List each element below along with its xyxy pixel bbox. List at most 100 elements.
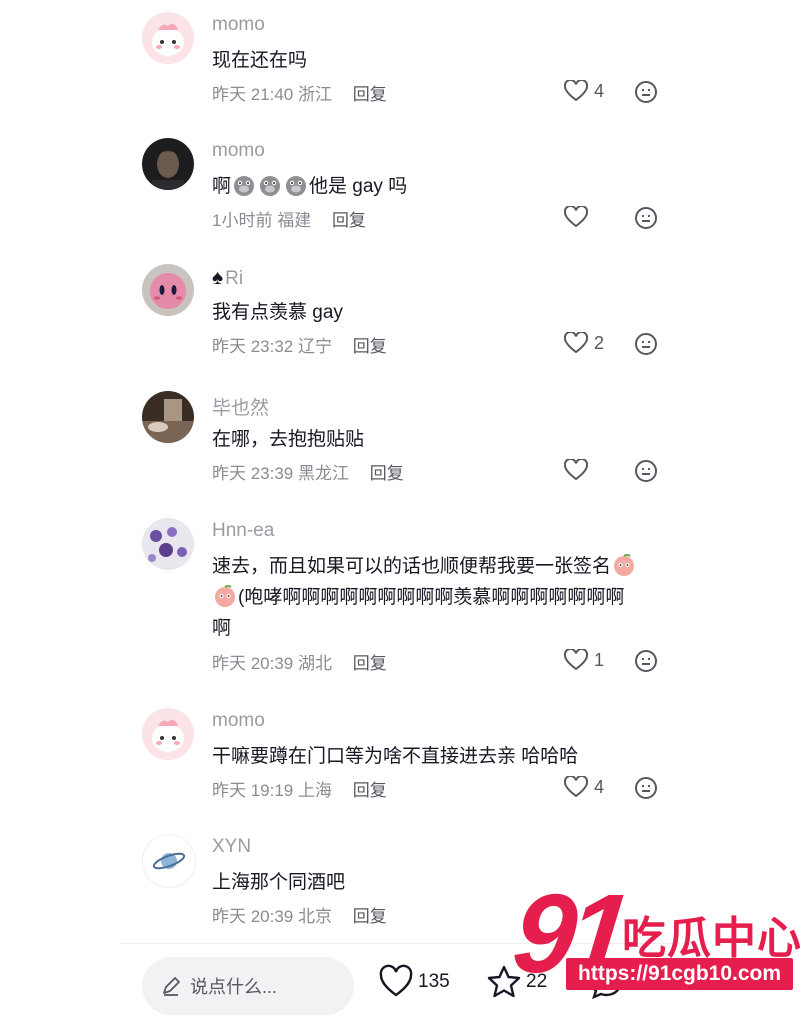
avatar[interactable] — [142, 834, 196, 888]
like-button[interactable]: 2 — [564, 332, 604, 354]
comment-meta: 昨天 23:39 黑龙江 回复 — [212, 459, 404, 484]
like-button[interactable] — [564, 206, 594, 228]
spade-icon: ♠ — [212, 266, 224, 289]
like-button[interactable]: 1 — [564, 649, 604, 671]
comment-text: 干嘛要蹲在门口等为啥不直接进去亲 哈哈哈 — [212, 746, 579, 767]
like-button[interactable] — [564, 459, 594, 481]
reply-button[interactable]: 回复 — [353, 654, 387, 673]
comment-username-text: Ri — [225, 268, 244, 289]
comment-text-line-2: (咆哮啊啊啊啊啊啊啊啊啊羡慕啊啊啊啊啊啊啊 — [238, 587, 625, 608]
comment-text: 速去，而且如果可以的话也顺便帮我要一张签名 (咆哮啊啊啊啊啊啊啊啊啊羡慕啊啊啊啊… — [212, 551, 662, 644]
comment-location: 浙江 — [298, 85, 332, 104]
comment-text-line-1: 速去，而且如果可以的话也顺便帮我要一张签名 — [212, 556, 612, 577]
heart-icon — [564, 649, 588, 671]
peach-emoji-icon — [614, 554, 635, 576]
avatar[interactable] — [142, 708, 194, 760]
comment-meta: 昨天 19:19 上海 回复 — [212, 776, 387, 801]
comment-text: 现在还在吗 — [212, 50, 308, 71]
comment-text: 啊 他是 gay 吗 — [212, 171, 662, 202]
dislike-face-icon[interactable] — [634, 206, 658, 230]
heart-icon — [564, 459, 588, 481]
comment-username[interactable]: XYN — [212, 836, 251, 858]
comment-location: 湖北 — [298, 654, 332, 673]
dislike-face-icon[interactable] — [634, 332, 658, 356]
comment-username[interactable]: ♠ Ri — [212, 266, 243, 290]
comment-time: 昨天 19:19 — [212, 781, 294, 800]
reply-button[interactable]: 回复 — [370, 464, 404, 483]
comment-meta: 昨天 21:40 浙江 回复 — [212, 80, 387, 105]
watermark-url: https://91cgb10.com — [566, 958, 794, 990]
avatar[interactable] — [142, 518, 194, 570]
comment-time: 昨天 20:39 — [212, 654, 294, 673]
comment-location: 辽宁 — [298, 337, 332, 356]
comment-text-line: 速去，而且如果可以的话也顺便帮我要一张签名 — [212, 551, 662, 582]
like-count: 2 — [594, 332, 605, 353]
like-count: 1 — [594, 649, 605, 670]
comment-username[interactable]: momo — [212, 710, 265, 732]
like-count: 4 — [594, 80, 605, 101]
comment-meta: 昨天 20:39 湖北 回复 — [212, 649, 387, 674]
avatar[interactable] — [142, 138, 194, 190]
comment-text: 在哪，去抱抱贴贴 — [212, 429, 365, 450]
comment-username[interactable]: momo — [212, 140, 265, 162]
heart-icon — [564, 80, 588, 102]
comment-time: 1小时前 — [212, 211, 273, 230]
comment-text-prefix: 啊 — [212, 176, 232, 197]
comment-meta: 昨天 20:39 北京 回复 — [212, 902, 387, 927]
dark-portrait-avatar-icon — [142, 138, 194, 190]
peach-emoji-icon — [215, 585, 235, 607]
comment-text-line-3: 啊 — [212, 618, 232, 639]
comment-username[interactable]: Hnn-ea — [212, 520, 274, 542]
reply-button[interactable]: 回复 — [353, 85, 387, 104]
comment-username[interactable]: momo — [212, 14, 265, 36]
comment-time: 昨天 21:40 — [212, 85, 294, 104]
comment-meta: 昨天 23:32 辽宁 回复 — [212, 332, 387, 357]
comment-username[interactable]: 毕也然 — [212, 393, 269, 420]
heart-icon — [379, 964, 413, 997]
like-button[interactable]: 4 — [564, 80, 604, 102]
pig-emoji-icon — [286, 176, 307, 196]
avatar[interactable] — [142, 264, 194, 316]
comment-text: 我有点羡慕 gay — [212, 302, 343, 323]
reply-button[interactable]: 回复 — [332, 211, 366, 230]
comment-input-placeholder: 说点什么... — [190, 977, 278, 997]
dislike-face-icon[interactable] — [634, 649, 658, 673]
pink-blob-avatar-icon — [142, 12, 194, 64]
site-watermark: 91 吃瓜中心 https://91cgb10.com — [507, 871, 800, 1000]
heart-icon — [564, 206, 588, 228]
comment-time: 昨天 20:39 — [212, 907, 294, 926]
dislike-face-icon[interactable] — [634, 459, 658, 483]
comment-location: 福建 — [277, 211, 312, 230]
heart-icon — [564, 776, 588, 798]
like-button[interactable]: 4 — [564, 776, 604, 798]
comment-text-suffix: 他是 gay 吗 — [309, 176, 408, 197]
comment-meta: 1小时前 福建 回复 — [212, 206, 366, 231]
dislike-face-icon[interactable] — [634, 80, 658, 104]
reply-button[interactable]: 回复 — [353, 781, 387, 800]
post-like-count: 135 — [418, 971, 450, 992]
comment-time: 昨天 23:32 — [212, 337, 294, 356]
like-count: 4 — [594, 776, 605, 797]
pig-emoji-icon — [234, 176, 255, 196]
avatar[interactable] — [142, 12, 194, 64]
pig-emoji-icon — [260, 176, 281, 196]
dislike-face-icon[interactable] — [634, 776, 658, 800]
pink-plush-avatar-icon — [142, 264, 194, 316]
avatar[interactable] — [142, 391, 194, 443]
comment-location: 北京 — [298, 907, 332, 926]
reply-button[interactable]: 回复 — [353, 907, 387, 926]
comment-text-line: (咆哮啊啊啊啊啊啊啊啊啊羡慕啊啊啊啊啊啊啊 — [212, 582, 662, 613]
reply-button[interactable]: 回复 — [353, 337, 387, 356]
comment-input[interactable]: 说点什么... — [142, 957, 354, 1015]
pencil-icon — [163, 977, 180, 996]
purple-flowers-avatar-icon — [142, 518, 194, 570]
pink-blob-avatar-icon — [142, 708, 194, 760]
like-post-button[interactable]: 135 — [378, 964, 450, 1000]
heart-icon — [564, 332, 588, 354]
comment-time: 昨天 23:39 — [212, 464, 294, 483]
planet-avatar-icon — [143, 835, 195, 887]
watermark-name: 吃瓜中心 — [622, 913, 800, 964]
room-photo-avatar-icon — [142, 391, 194, 443]
comment-location: 上海 — [298, 781, 332, 800]
comment-location: 黑龙江 — [298, 464, 349, 483]
